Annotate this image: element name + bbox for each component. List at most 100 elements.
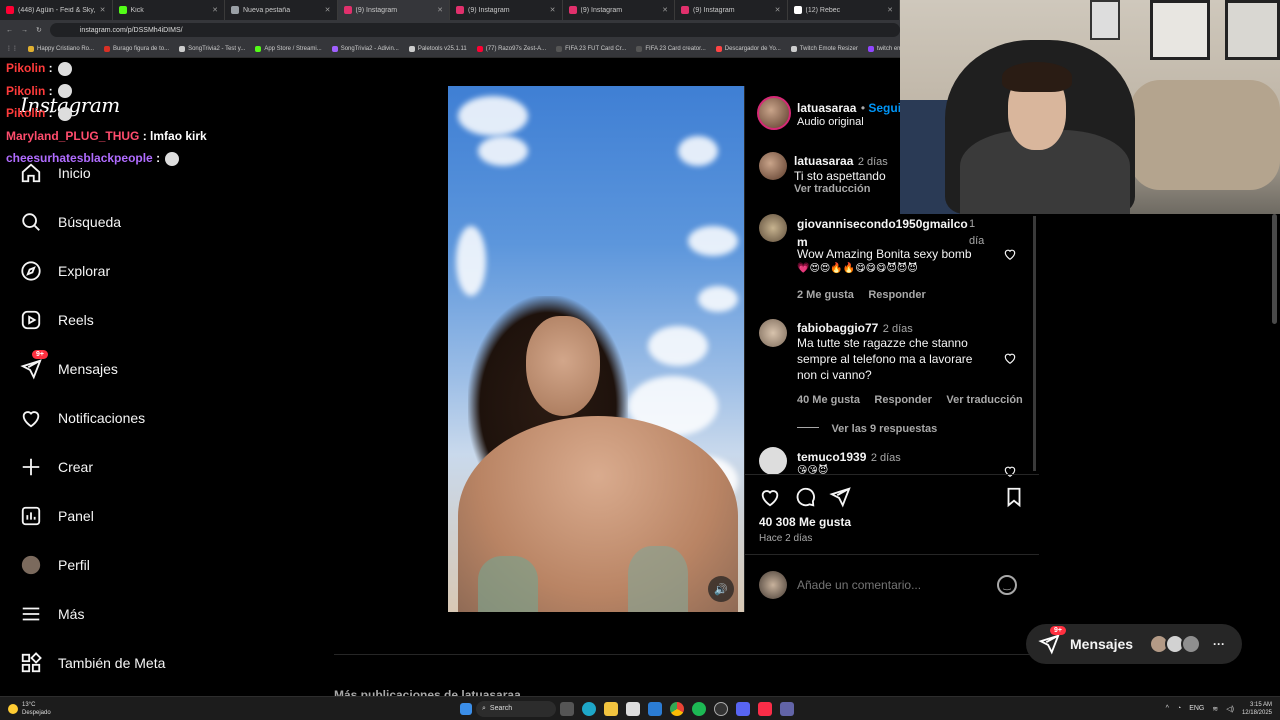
view-replies-button[interactable]: Ver las 9 respuestas [831,423,937,435]
bookmark-item[interactable]: Happy Cristiano Ro... [28,45,94,52]
page-scrollbar[interactable] [1272,214,1277,324]
obs-icon[interactable] [714,701,728,716]
audio-label[interactable]: Audio original [797,114,864,130]
tab-close-icon[interactable]: ✕ [100,6,106,14]
comment-avatar[interactable] [759,214,787,242]
clock-date[interactable]: 12/18/2025 [1242,709,1272,717]
back-icon[interactable]: ← [6,27,13,34]
tab-close-icon[interactable]: ✕ [775,6,781,14]
like-heart-icon[interactable] [759,486,781,508]
spotify-icon[interactable] [692,701,706,716]
bookmark-item[interactable]: FIFA 23 FUT Card Cr... [556,45,626,52]
sidebar-item-mensajes[interactable]: 9+ Mensajes [18,350,218,384]
caption-translate[interactable]: Ver traducción [794,183,870,195]
mute-button[interactable]: 🔊 [708,576,734,602]
author-username[interactable]: latuasaraa [797,101,856,115]
emoji-smiley-icon[interactable]: ‿ [997,575,1017,595]
tab-favicon-icon [231,6,239,14]
url-field[interactable]: instagram.com/p/DSSMh4iDIMS/ [49,23,900,37]
browser-tab[interactable]: Nueva pestaña ✕ [225,0,338,20]
tab-close-icon[interactable]: ✕ [325,6,331,14]
app-icon[interactable] [626,701,640,716]
taskbar-search[interactable]: ⌕ Search [476,700,556,717]
sidebar-item-búsqueda[interactable]: Búsqueda [18,207,218,237]
sidebar-item-explorar[interactable]: Explorar [18,256,218,286]
browser-tab[interactable]: (9) Instagram ✕ [337,0,450,20]
browser-tab[interactable]: (9) Instagram ✕ [675,0,788,20]
sidebar-item-perfil[interactable]: Perfil [18,550,218,580]
tab-close-icon[interactable]: ✕ [212,6,218,14]
tab-close-icon[interactable]: ✕ [437,6,443,14]
comment-likes[interactable]: 40 Me gusta [797,394,860,406]
bookmark-item[interactable]: Paletools v25.1.11 [408,45,467,52]
bookmark-item[interactable]: (77) Razo97s Zest-A... [476,45,546,52]
sidebar-item-más[interactable]: Más [18,599,218,629]
comment-avatar[interactable] [759,319,787,347]
comments-scrollbar[interactable] [1033,216,1036,471]
tab-close-icon[interactable]: ✕ [550,6,556,14]
tab-close-icon[interactable]: ✕ [662,6,668,14]
bookmark-item[interactable]: FIFA 23 Card creator... [636,45,706,52]
likes-count[interactable]: 40 308 Me gusta [759,515,851,529]
comment-avatar[interactable] [759,447,787,475]
tab-close-icon[interactable]: ✕ [887,6,893,14]
lang-indicator[interactable]: ENG [1189,705,1204,712]
mail-icon[interactable] [648,701,662,716]
apps-grid-icon[interactable]: ⋮⋮ [6,45,18,52]
windows-start-icon[interactable] [460,702,472,715]
music-icon[interactable] [758,701,772,716]
task-view-icon[interactable] [560,701,574,716]
post-video[interactable]: 🔊 [448,86,744,612]
more-dots-icon[interactable]: ··· [1213,637,1225,651]
sidebar-item-también-de-meta[interactable]: También de Meta [18,648,218,678]
tray-chevron-icon[interactable]: ^ [1166,705,1169,712]
comment-likes[interactable]: 2 Me gusta [797,289,854,301]
reload-icon[interactable]: ↻ [36,26,42,34]
clock-time[interactable]: 3:15 AM [1250,701,1272,709]
browser-tab[interactable]: (12) Rebec ✕ [788,0,900,20]
wifi-icon[interactable]: ≋ [1212,705,1218,713]
comment-username[interactable]: giovannisecondo1950gmailco [797,217,968,231]
caption-avatar[interactable] [759,152,787,180]
save-bookmark-icon[interactable] [1003,486,1025,508]
messages-pill[interactable]: 9+ Mensajes ··· [1026,624,1242,664]
chrome-icon[interactable] [670,701,684,716]
author-avatar[interactable] [757,96,791,130]
comment-translate[interactable]: Ver traducción [946,394,1022,406]
bookmark-item[interactable]: Burago figura de to... [104,45,169,52]
caption-username[interactable]: latuasaraa [794,154,853,168]
share-icon[interactable] [829,486,851,508]
browser-tab[interactable]: (9) Instagram ✕ [450,0,563,20]
teams-icon[interactable] [780,701,794,716]
network-icon[interactable]: ◔ [1177,705,1181,712]
bookmark-item[interactable]: Twitch Emote Resizer [790,45,858,52]
edge-icon[interactable] [582,701,596,716]
bookmark-item[interactable]: Descargador de Yo... [715,45,781,52]
bookmark-item[interactable]: twitch em [867,45,900,52]
browser-tab[interactable]: (9) Instagram ✕ [563,0,675,20]
forward-icon[interactable]: → [21,27,28,34]
bookmark-item[interactable]: SongTrivia2 - Test y... [179,45,245,52]
volume-icon[interactable]: ◁) [1226,705,1234,713]
comment-reply-button[interactable]: Responder [874,394,931,406]
comment-like-heart-icon[interactable] [1003,351,1017,365]
sidebar-item-notificaciones[interactable]: Notificaciones [18,403,218,433]
weather-temp[interactable]: 13°C [22,701,51,709]
comment-like-heart-icon[interactable] [1003,464,1017,478]
comment-username[interactable]: temuco1939 [797,450,866,464]
bookmark-item[interactable]: SongTrivia2 - Adivin... [331,45,399,52]
browser-tab[interactable]: (448) Agüin - Feid & Sky, Maj... ✕ [0,0,113,20]
explorer-icon[interactable] [604,701,618,716]
browser-tab[interactable]: Kick ✕ [113,0,225,20]
comment-username[interactable]: fabiobaggio77 [797,321,878,335]
weather-desc[interactable]: Despejado [22,709,51,717]
comment-bubble-icon[interactable] [794,486,816,508]
bookmark-item[interactable]: App Store / Streami... [255,45,322,52]
comment-reply-button[interactable]: Responder [868,289,925,301]
discord-icon[interactable] [736,701,750,716]
sidebar-item-crear[interactable]: Crear [18,452,218,482]
sidebar-item-panel[interactable]: Panel [18,501,218,531]
comment-like-heart-icon[interactable] [1003,247,1017,261]
comment-input[interactable] [797,575,987,595]
sidebar-item-reels[interactable]: Reels [18,305,218,335]
